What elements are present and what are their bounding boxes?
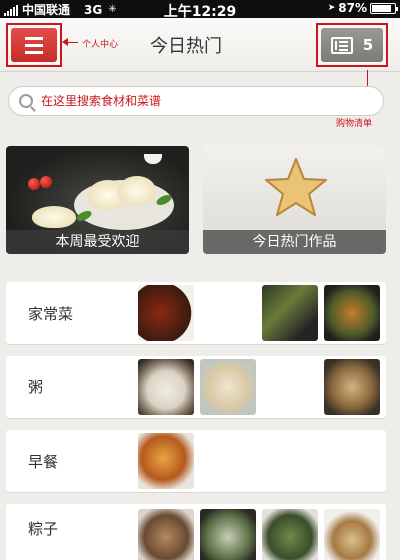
food-thumbnail [324,359,380,415]
food-thumbnail [324,285,380,341]
category-row-porridge[interactable]: 粥 [6,356,386,418]
battery-icon [370,2,398,14]
food-thumbnail [200,359,256,415]
weekly-popular-tile[interactable]: 本周最受欢迎 [6,146,189,254]
list-icon [330,36,353,54]
search-bar[interactable] [8,86,384,116]
menu-annotation: 个人中心 [82,40,119,50]
search-input[interactable] [41,94,361,108]
hamburger-icon [11,28,57,62]
category-label: 家常菜 [28,305,74,323]
shopping-list-button[interactable]: 5 [316,23,388,67]
category-row-home-cooking[interactable]: 家常菜 [6,282,386,344]
category-label: 粥 [28,378,44,396]
nav-bar: 个人中心 今日热门 5 [0,18,400,72]
page-title: 今日热门 [150,36,222,57]
list-annotation: 购物清单 [336,119,373,129]
annotation-arrow [62,38,78,46]
food-thumbnail [138,285,194,341]
star-icon [265,158,327,216]
battery-percent: 87% [338,1,367,15]
menu-button[interactable] [6,23,62,67]
category-row-breakfast[interactable]: 早餐 [6,430,386,492]
shopping-list-count: 5 [362,36,374,54]
category-row-zongzi[interactable]: 粽子 [6,504,386,560]
food-thumbnail [138,509,194,560]
weekly-popular-label: 本周最受欢迎 [6,230,189,254]
search-icon [19,94,33,108]
today-hot-works-label: 今日热门作品 [203,230,386,254]
status-bar: 中国联通 3G ✳ 上午12:29 ➤ 87% [0,0,400,20]
food-thumbnail [200,509,256,560]
category-label: 早餐 [28,453,59,471]
location-icon: ➤ [327,3,336,13]
category-label: 粽子 [28,520,59,538]
food-thumbnail [138,433,194,489]
food-thumbnail [262,509,318,560]
food-thumbnail [262,285,318,341]
food-thumbnail [138,359,194,415]
food-thumbnail [324,509,380,560]
today-hot-works-tile[interactable]: 今日热门作品 [203,146,386,254]
